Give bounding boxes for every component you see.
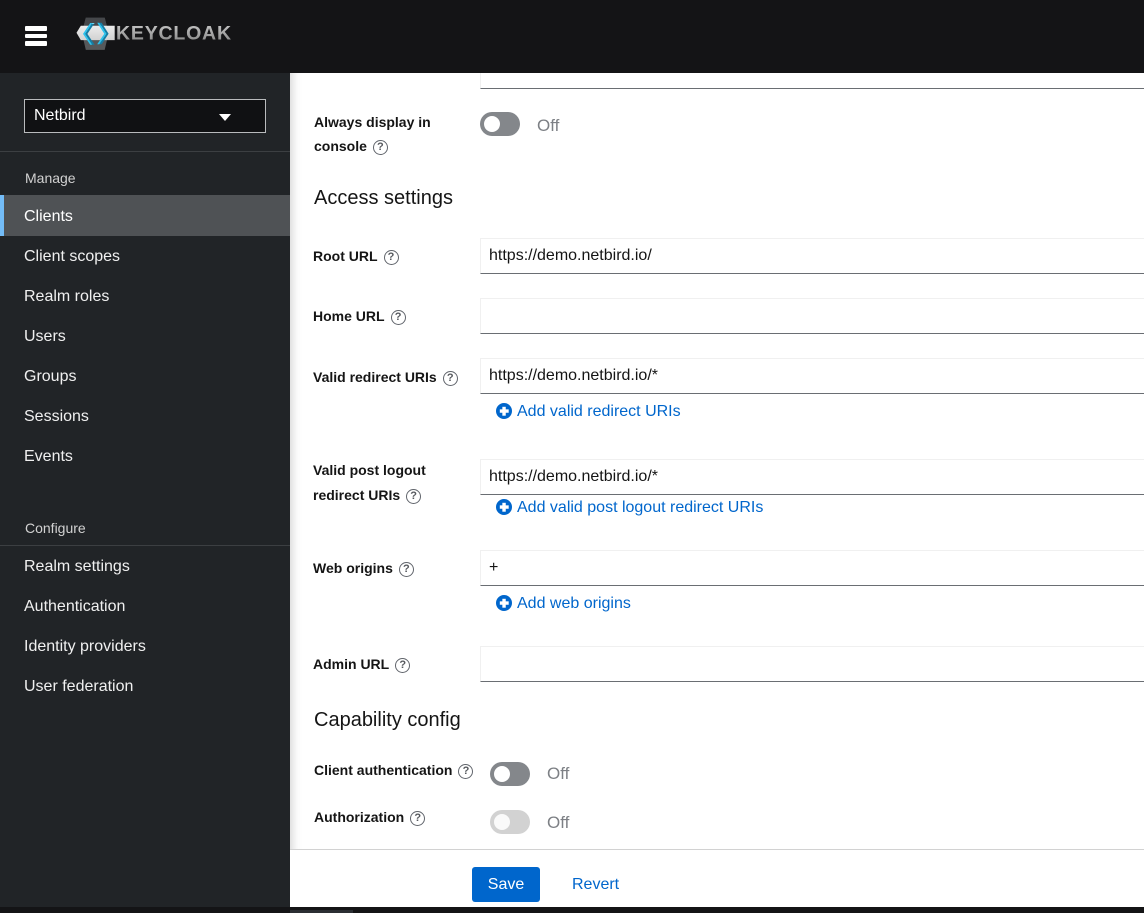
svg-text:KEYCLOAK: KEYCLOAK: [116, 23, 232, 45]
